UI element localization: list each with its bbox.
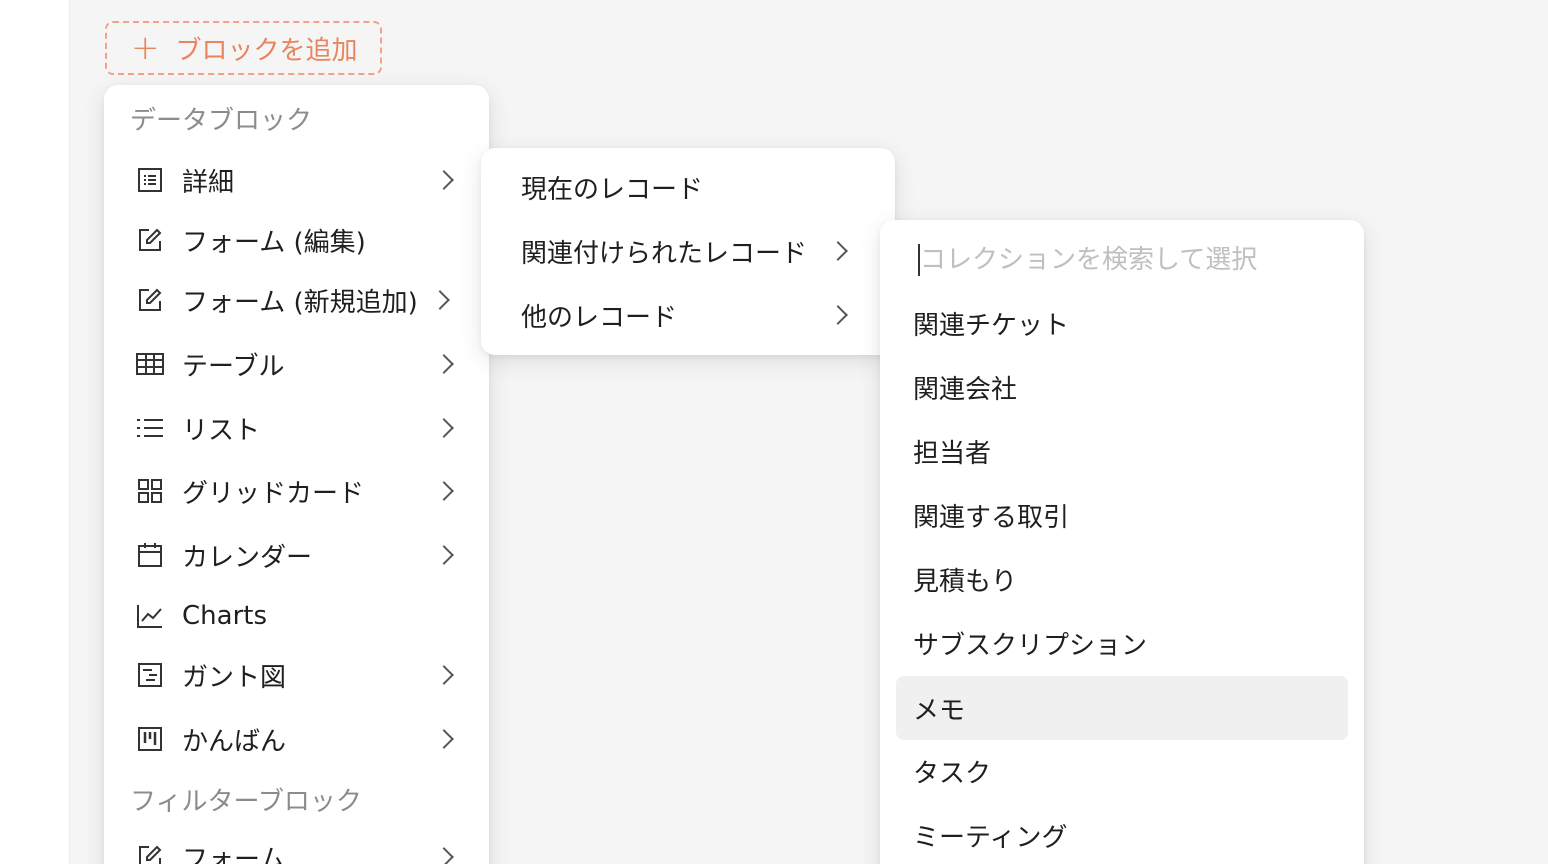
collection-item-label: 関連チケット [913,310,1070,341]
table-icon [136,350,164,378]
menu-item-grid-card[interactable]: グリッドカード [104,463,489,519]
collection-item-active[interactable]: メモ [896,676,1348,740]
menu-item-filter-form[interactable]: フォーム [104,829,489,864]
menu-item-label: フォーム (新規追加) [182,287,418,318]
calendar-icon [136,541,164,569]
chevron-right-icon [434,729,454,749]
gantt-icon [136,661,164,689]
add-block-button[interactable]: + ブロックを追加 [105,21,382,75]
detail-icon [136,166,164,194]
collection-item-label: 関連会社 [913,374,1018,405]
menu-item-form-add[interactable]: フォーム (新規追加) [104,272,489,328]
menu-item-gantt[interactable]: ガント図 [104,647,489,703]
list-icon [136,414,164,442]
chevron-right-icon [828,305,848,325]
collection-item-label: メモ [913,695,966,726]
chart-icon [136,602,164,630]
grid-card-icon [136,477,164,505]
collection-item-label: サブスクリプション [913,630,1148,661]
form-edit-icon [136,226,164,254]
collection-item-label: 担当者 [913,438,992,469]
chevron-right-icon [434,665,454,685]
menu-item-label: グリッドカード [182,478,365,509]
left-sidebar-strip [0,0,70,864]
menu-item-calendar[interactable]: カレンダー [104,527,489,583]
menu-item-label: ガント図 [182,662,287,693]
collection-item[interactable]: 関連会社 [880,359,1364,415]
menu-item-label: Charts [182,601,267,631]
chevron-right-icon [430,290,450,310]
collection-item-label: ミーティング [913,822,1068,853]
menu-item-label: 詳細 [182,167,235,198]
menu-item-label: フォーム [182,844,286,864]
collection-item[interactable]: ミーティング [880,807,1364,863]
collection-item[interactable]: 関連する取引 [880,487,1364,543]
kanban-icon [136,725,164,753]
menu-item-label: リスト [182,415,261,446]
collection-search-box[interactable] [918,242,1320,278]
collection-item-label: タスク [913,758,992,789]
collection-search-input[interactable] [920,245,1320,275]
record-source-submenu: 現在のレコード 関連付けられたレコード 他のレコード [481,148,895,355]
chevron-right-icon [434,847,454,864]
chevron-right-icon [434,418,454,438]
menu-item-table[interactable]: テーブル [104,336,489,392]
collection-item-label: 見積もり [913,566,1018,597]
collection-item[interactable]: タスク [880,743,1364,799]
menu-item-label: フォーム (編集) [182,227,366,258]
chevron-right-icon [434,545,454,565]
chevron-right-icon [434,481,454,501]
menu-item-kanban[interactable]: かんばん [104,711,489,767]
menu-item-form-edit[interactable]: フォーム (編集) [104,212,489,268]
plus-icon: + [131,28,160,68]
collection-item[interactable]: サブスクリプション [880,615,1364,671]
menu-item-list[interactable]: リスト [104,400,489,456]
submenu-item-associated-records[interactable]: 関連付けられたレコード [481,223,895,279]
collection-item[interactable]: 関連チケット [880,295,1364,351]
group-title-data-blocks: データブロック [130,106,313,136]
form-edit-icon [136,843,164,864]
chevron-right-icon [828,241,848,261]
chevron-right-icon [434,170,454,190]
chevron-right-icon [434,354,454,374]
menu-item-label: カレンダー [182,542,313,573]
block-type-menu: データブロック 詳細 フォーム (編集) フォーム (新規追加) テーブル リス… [104,85,489,864]
collection-item[interactable]: 見積もり [880,551,1364,607]
submenu-item-other-records[interactable]: 他のレコード [481,287,895,343]
collection-item-label: 関連する取引 [913,502,1070,533]
menu-item-detail[interactable]: 詳細 [104,152,489,208]
submenu-item-label: 関連付けられたレコード [521,238,808,269]
collection-picker-submenu: 関連チケット 関連会社 担当者 関連する取引 見積もり サブスクリプション メモ… [880,220,1364,864]
add-block-label: ブロックを追加 [175,35,358,66]
menu-item-label: かんばん [182,726,287,757]
submenu-item-label: 現在のレコード [521,174,704,205]
form-add-icon [136,286,164,314]
menu-item-charts[interactable]: Charts [104,588,489,644]
menu-item-label: テーブル [182,351,285,382]
group-title-filter-blocks: フィルターブロック [130,787,362,817]
collection-item[interactable]: 担当者 [880,423,1364,479]
submenu-item-label: 他のレコード [521,302,678,333]
submenu-item-current-record[interactable]: 現在のレコード [481,159,895,215]
